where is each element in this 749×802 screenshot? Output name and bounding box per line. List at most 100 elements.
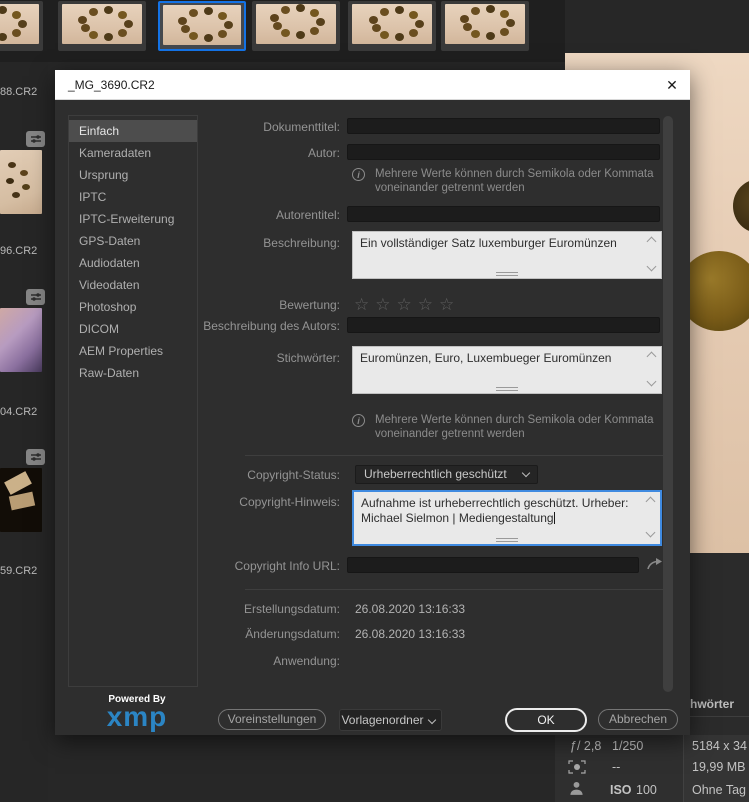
info-note-text: Mehrere Werte können durch Semikola oder… — [375, 168, 654, 194]
adjustments-badge-icon — [26, 289, 45, 305]
sidebar-item-audiodaten[interactable]: Audiodaten — [69, 252, 197, 274]
beschreibung-textarea[interactable]: Ein vollständiger Satz luxemburger Eurom… — [352, 231, 662, 279]
label-autor: Autor: — [307, 146, 340, 160]
dialog-scrollbar[interactable] — [663, 116, 673, 692]
iso-person-icon — [569, 781, 584, 801]
coin-ring-graphic — [270, 14, 279, 22]
info-icon: i — [352, 168, 365, 181]
filmstrip-thumbnail[interactable] — [252, 1, 340, 51]
chevron-down-icon — [521, 468, 531, 478]
dimensions-value: 5184 x 34 — [692, 739, 747, 753]
label-aenderungsdatum: Änderungsdatum: — [245, 627, 340, 641]
bridge-window: 88.CR2 96.CR2 04.CR2 59.CR2 hwörter ƒ/ 2… — [0, 0, 749, 802]
file-name-label: 96.CR2 — [0, 245, 38, 257]
scroll-down-icon[interactable] — [646, 376, 657, 387]
scroll-up-icon[interactable] — [645, 496, 656, 507]
metadata-placard: ƒ/ 2,8 1/250 -- ISO 100 5184 x 34 19,99 … — [555, 735, 749, 802]
adjustments-badge-icon — [26, 131, 45, 147]
beschreibung-des-autors-input[interactable] — [347, 317, 660, 333]
dokumenttitel-input[interactable] — [347, 118, 660, 134]
resize-grip[interactable] — [496, 538, 518, 542]
scroll-down-icon[interactable] — [646, 261, 657, 272]
flash-value: -- — [612, 760, 621, 774]
shutter-value: 1/250 — [612, 739, 644, 753]
chevron-down-icon — [427, 715, 437, 725]
autor-input[interactable] — [347, 144, 660, 160]
scroll-up-icon[interactable] — [646, 236, 657, 247]
sidebar-item-raw-daten[interactable]: Raw-Daten — [69, 362, 197, 384]
scroll-up-icon[interactable] — [646, 351, 657, 362]
info-note-text: Mehrere Werte können durch Semikola oder… — [375, 414, 654, 440]
filmstrip-thumbnail[interactable] — [441, 1, 529, 51]
file-name-label: 88.CR2 — [0, 86, 38, 98]
sidebar-item-videodaten[interactable]: Videodaten — [69, 274, 197, 296]
iso-value: 100 — [636, 783, 657, 797]
thumbnail-banknotes[interactable] — [0, 308, 42, 372]
autorentitel-input[interactable] — [347, 206, 660, 222]
stichwoerter-text: Euromünzen, Euro, Luxembueger Euromünzen — [360, 351, 612, 365]
dialog-title: _MG_3690.CR2 — [68, 77, 155, 92]
label-copyright-info-url: Copyright Info URL: — [234, 559, 340, 573]
copyright-info-url-input[interactable] — [347, 557, 639, 573]
vorlagenordner-label: Vorlagenordner — [341, 713, 424, 727]
thumbnail-coins[interactable] — [0, 150, 42, 214]
rating-star-4[interactable]: ☆ — [418, 296, 433, 313]
label-erstellungsdatum: Erstellungsdatum: — [243, 602, 340, 616]
coin-ring-graphic — [178, 17, 187, 25]
info-icon: i — [352, 414, 365, 427]
dialog-titlebar: _MG_3690.CR2 ✕ — [55, 70, 690, 100]
section-divider — [245, 589, 665, 590]
abbrechen-button[interactable]: Abbrechen — [598, 709, 678, 730]
filmstrip-thumbnail[interactable] — [58, 1, 146, 51]
filmstrip-thumbnail-selected[interactable] — [158, 1, 246, 51]
card-graphic — [8, 491, 36, 511]
rating-star-1[interactable]: ☆ — [354, 296, 369, 313]
rating-stars: ☆ ☆ ☆ ☆ ☆ — [354, 296, 454, 313]
coin-photo-thumbnail — [352, 4, 432, 44]
resize-grip[interactable] — [496, 272, 518, 276]
card-graphic — [4, 471, 32, 495]
open-url-arrow-icon[interactable] — [646, 557, 664, 571]
filmstrip-thumbnail[interactable] — [0, 1, 43, 51]
panel-divider — [683, 716, 749, 717]
filmstrip-thumbnail[interactable] — [348, 1, 436, 51]
rating-star-5[interactable]: ☆ — [439, 296, 454, 313]
label-copyright-hinweis: Copyright-Hinweis: — [239, 495, 340, 509]
multi-value-note: i Mehrere Werte können durch Semikola od… — [352, 413, 672, 441]
filesize-value: 19,99 MB — [692, 760, 746, 774]
keywords-panel-header: hwörter — [690, 697, 735, 711]
xmp-logo-text: xmp — [106, 701, 168, 732]
vorlagenordner-dropdown[interactable]: Vorlagenordner — [339, 709, 442, 731]
text-cursor — [553, 512, 556, 524]
metering-icon — [568, 760, 586, 779]
label-anwendung: Anwendung: — [273, 654, 340, 668]
rating-star-2[interactable]: ☆ — [375, 296, 390, 313]
label-autorentitel: Autorentitel: — [275, 208, 340, 222]
sidebar-item-ursprung[interactable]: Ursprung — [69, 164, 197, 186]
ok-button[interactable]: OK — [505, 708, 587, 732]
thumbnail-dark-cards[interactable] — [0, 468, 42, 532]
coin-photo-thumbnail — [445, 4, 525, 44]
label-beschreibung: Beschreibung: — [263, 236, 340, 250]
scroll-down-icon[interactable] — [645, 527, 656, 538]
copyright-hinweis-textarea[interactable]: Aufnahme ist urheberrechtlich geschützt.… — [352, 490, 662, 546]
coin-spots-graphic — [8, 162, 16, 168]
xmp-logo: Powered By xmp — [87, 694, 187, 732]
file-info-column: 5184 x 34 19,99 MB Ohne Tag — [683, 735, 749, 802]
adjustments-badge-icon — [26, 449, 45, 465]
sidebar-item-iptc[interactable]: IPTC — [69, 186, 197, 208]
stichwoerter-textarea[interactable]: Euromünzen, Euro, Luxembueger Euromünzen — [352, 346, 662, 394]
close-icon[interactable]: ✕ — [662, 75, 682, 95]
resize-grip[interactable] — [496, 387, 518, 391]
copyright-status-dropdown[interactable]: Urheberrechtlich geschützt — [355, 465, 538, 484]
label-dokumenttitel: Dokumenttitel: — [263, 120, 340, 134]
label-bewertung: Bewertung: — [279, 298, 340, 312]
coin-photo-thumbnail — [256, 4, 336, 44]
file-name-label: 04.CR2 — [0, 406, 38, 418]
coin-ring-graphic — [78, 16, 87, 24]
rating-star-3[interactable]: ☆ — [397, 296, 412, 313]
copyright-status-value: Urheberrechtlich geschützt — [364, 467, 507, 481]
aperture-value: ƒ/ 2,8 — [570, 739, 602, 753]
coin-photo-thumbnail — [0, 4, 39, 44]
voreinstellungen-button[interactable]: Voreinstellungen — [218, 709, 326, 730]
